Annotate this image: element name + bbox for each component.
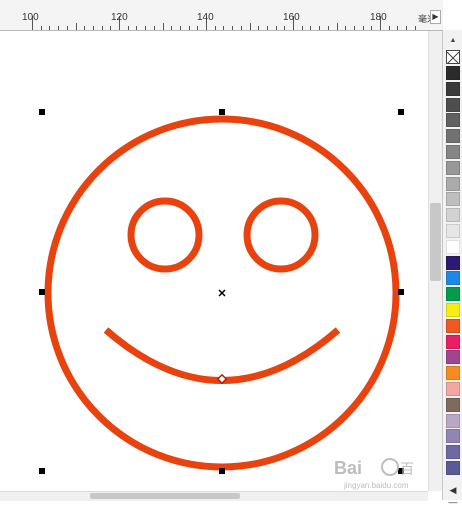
- right-eye[interactable]: [243, 197, 319, 273]
- ruler-label-160: 160: [283, 12, 300, 23]
- left-eye[interactable]: [127, 197, 203, 273]
- ruler-tick: [319, 26, 321, 30]
- ruler-tick: [110, 26, 112, 30]
- color-swatch[interactable]: [446, 445, 460, 460]
- selection-handle-bottom-left[interactable]: [39, 468, 45, 474]
- watermark-brand: Bai: [334, 458, 362, 478]
- vertical-scrollbar[interactable]: [428, 31, 443, 491]
- arrow-right-icon[interactable]: ▶: [430, 10, 441, 24]
- watermark: Bai 百 jingyan.baidu.com: [330, 452, 442, 492]
- palette-flyout-icon[interactable]: ◀—: [446, 484, 460, 507]
- color-swatch[interactable]: [446, 397, 460, 412]
- ruler-tick: [327, 26, 329, 30]
- watermark-brand-suffix: 百: [400, 462, 414, 478]
- color-swatch[interactable]: [446, 255, 460, 270]
- color-swatch[interactable]: [446, 413, 460, 428]
- ruler-tick: [362, 26, 364, 30]
- ruler-tick: [397, 26, 399, 30]
- color-swatch[interactable]: [446, 192, 460, 207]
- ruler-tick: [153, 26, 155, 30]
- ruler-tick: [414, 26, 416, 30]
- color-swatch[interactable]: [446, 239, 460, 254]
- center-marker-icon[interactable]: [218, 289, 226, 297]
- drawing-app-window: 100 120 140 160 180 毫米 ▶ ▲ ◀— Bai 百 jing…: [0, 0, 462, 507]
- ruler-tick: [240, 26, 242, 30]
- ruler-tick: [101, 26, 103, 30]
- ruler-tick: [162, 23, 164, 30]
- color-swatch[interactable]: [446, 318, 460, 333]
- color-swatch[interactable]: [446, 160, 460, 175]
- ruler-tick: [40, 26, 42, 30]
- horizontal-scrollbar-thumb[interactable]: [90, 493, 240, 499]
- selection-handle-middle-left[interactable]: [39, 289, 45, 295]
- ruler-tick: [127, 26, 129, 30]
- ruler-tick: [258, 26, 260, 30]
- ruler-tick: [310, 26, 312, 30]
- ruler-tick: [92, 26, 94, 30]
- ruler-label-180: 180: [370, 12, 387, 23]
- selection-handle-bottom-center[interactable]: [219, 468, 225, 474]
- color-palette: ▲ ◀—: [442, 30, 462, 507]
- ruler-tick: [232, 26, 234, 30]
- ruler-tick: [49, 26, 51, 30]
- ruler-tick: [249, 23, 251, 30]
- ruler-label-100: 100: [22, 12, 39, 23]
- ruler-tick: [406, 26, 408, 30]
- ruler-tick: [179, 26, 181, 30]
- ruler-tick: [275, 26, 277, 30]
- ruler-tick: [197, 26, 199, 30]
- color-swatch[interactable]: [446, 145, 460, 159]
- color-swatch[interactable]: [446, 97, 460, 112]
- smiley-drawing[interactable]: [0, 31, 428, 491]
- selection-handle-top-center[interactable]: [219, 109, 225, 115]
- ruler-tick: [284, 26, 286, 30]
- color-swatch[interactable]: [446, 66, 460, 80]
- vertical-scrollbar-thumb[interactable]: [430, 203, 441, 281]
- color-swatch[interactable]: [446, 287, 460, 302]
- color-swatch[interactable]: [446, 81, 460, 96]
- ruler-tick: [145, 26, 147, 30]
- chevron-up-icon[interactable]: ▲: [447, 36, 459, 46]
- ruler-tick: [371, 26, 373, 30]
- ruler-label-140: 140: [197, 12, 214, 23]
- color-swatch[interactable]: [446, 129, 460, 144]
- ruler-tick: [301, 26, 303, 30]
- selection-handle-top-left[interactable]: [39, 109, 45, 115]
- color-swatch[interactable]: [446, 334, 460, 349]
- watermark-sub: jingyan.baidu.com: [343, 481, 409, 490]
- color-swatch[interactable]: [446, 271, 460, 286]
- selection-handle-top-right[interactable]: [398, 109, 404, 115]
- color-swatch[interactable]: [446, 208, 460, 223]
- ruler-tick: [84, 26, 86, 30]
- horizontal-ruler[interactable]: 100 120 140 160 180 毫米 ▶: [0, 0, 443, 31]
- color-swatch[interactable]: [446, 113, 460, 128]
- color-swatch[interactable]: [446, 461, 460, 475]
- color-swatch[interactable]: [446, 350, 460, 365]
- ruler-tick: [266, 26, 268, 30]
- ruler-tick: [66, 26, 68, 30]
- ruler-tick: [75, 23, 77, 30]
- ruler-tick: [188, 26, 190, 30]
- selection-handle-middle-right[interactable]: [398, 289, 404, 295]
- ruler-tick: [136, 26, 138, 30]
- color-swatch[interactable]: [446, 429, 460, 444]
- ruler-tick: [388, 26, 390, 30]
- ruler-tick: [353, 26, 355, 30]
- ruler-label-120: 120: [111, 12, 128, 23]
- ruler-tick: [58, 26, 60, 30]
- color-swatch[interactable]: [446, 382, 460, 396]
- ruler-tick: [336, 23, 338, 30]
- ruler-tick: [214, 26, 216, 30]
- color-swatch[interactable]: [446, 366, 460, 381]
- ruler-tick: [345, 26, 347, 30]
- mouth-arc[interactable]: [103, 327, 341, 384]
- no-fill-swatch-icon[interactable]: [446, 50, 460, 65]
- color-swatch[interactable]: [446, 303, 460, 317]
- color-swatch[interactable]: [446, 224, 460, 238]
- color-swatch[interactable]: [446, 176, 460, 191]
- ruler-tick: [223, 26, 225, 30]
- drawing-canvas[interactable]: [0, 31, 428, 491]
- ruler-tick: [171, 26, 173, 30]
